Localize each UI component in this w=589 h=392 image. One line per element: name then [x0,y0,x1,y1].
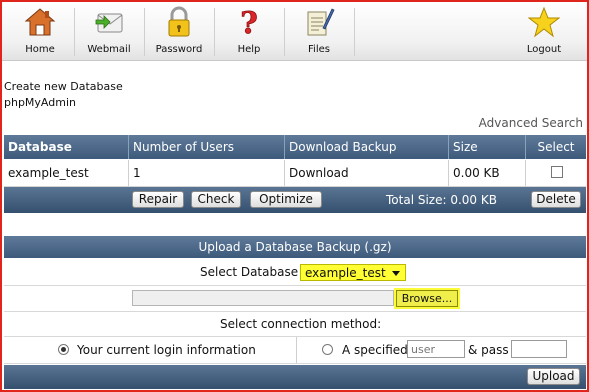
select-database-label: Select Database [200,265,299,279]
column-header-size: Size [448,135,525,159]
file-upload-row: Browse... [4,286,586,312]
user-input[interactable] [407,340,465,358]
optimize-button[interactable]: Optimize [250,191,322,208]
create-database-link[interactable]: Create new Database [4,80,123,93]
logout-button[interactable]: Logout [510,2,578,60]
specified-login-radio[interactable] [322,344,333,355]
upload-action-bar: Upload [4,365,586,389]
upload-section-title: Upload a Database Backup (.gz) [4,236,586,258]
logout-label: Logout [526,44,562,55]
option-divider [296,337,297,363]
current-login-radio[interactable] [58,344,69,355]
delete-button[interactable]: Delete [531,191,581,208]
help-label: Help [237,44,261,55]
select-checkbox[interactable] [551,166,563,178]
file-path-input[interactable] [132,290,394,306]
svg-text:?: ? [240,6,258,38]
connection-method-label: Select connection method: [220,317,382,331]
current-login-label: Your current login information [77,343,256,357]
and-pass-label: & pass [468,343,509,357]
specified-login-label: A specified [342,343,408,357]
database-name: example_test [8,166,89,180]
password-button[interactable]: Password [145,2,213,60]
database-select-value: example_test [305,266,386,280]
home-button[interactable]: Home [6,2,74,60]
webmail-button[interactable]: Webmail [75,2,143,60]
download-backup-link[interactable]: Download [284,160,448,186]
column-header-select: Select [525,135,586,159]
upload-button[interactable]: Upload [527,368,580,385]
password-label: Password [155,44,203,55]
database-table-header: Database Number of Users Download Backup… [4,135,586,159]
top-toolbar: Home Webmail Password ? Help Files Logou… [2,2,587,61]
browse-button[interactable]: Browse... [396,290,458,307]
help-button[interactable]: ? Help [215,2,283,60]
files-label: Files [308,44,330,55]
chevron-down-icon [392,271,400,276]
advanced-search-link[interactable]: Advanced Search [479,116,583,130]
database-select[interactable]: example_test [300,264,406,281]
home-icon [24,8,56,36]
webmail-icon [95,13,123,33]
column-header-database: Database [8,140,72,154]
files-button[interactable]: Files [285,2,353,60]
webmail-label: Webmail [87,44,131,55]
connection-method-row: Select connection method: [4,312,586,337]
column-header-users: Number of Users [128,135,284,159]
user-count: 1 [128,160,284,186]
select-cell [525,160,586,186]
table-action-bar: Repair Check Optimize Total Size: 0.00 K… [4,187,586,213]
total-size: Total Size: 0.00 KB [386,193,497,207]
help-icon: ? [240,6,258,38]
table-row: example_test 1 Download 0.00 KB [4,160,586,187]
select-database-row: Select Database example_test [4,259,586,286]
home-label: Home [25,44,55,55]
pass-input[interactable] [511,340,567,358]
phpmyadmin-link[interactable]: phpMyAdmin [4,96,76,109]
toolbar-divider [354,8,355,56]
check-button[interactable]: Check [191,191,241,208]
column-header-backup: Download Backup [284,135,448,159]
database-size: 0.00 KB [448,160,525,186]
star-icon [528,6,560,38]
files-icon [307,8,335,36]
login-options-row: Your current login information A specifi… [4,337,586,364]
repair-button[interactable]: Repair [132,191,184,208]
lock-icon [168,6,190,37]
